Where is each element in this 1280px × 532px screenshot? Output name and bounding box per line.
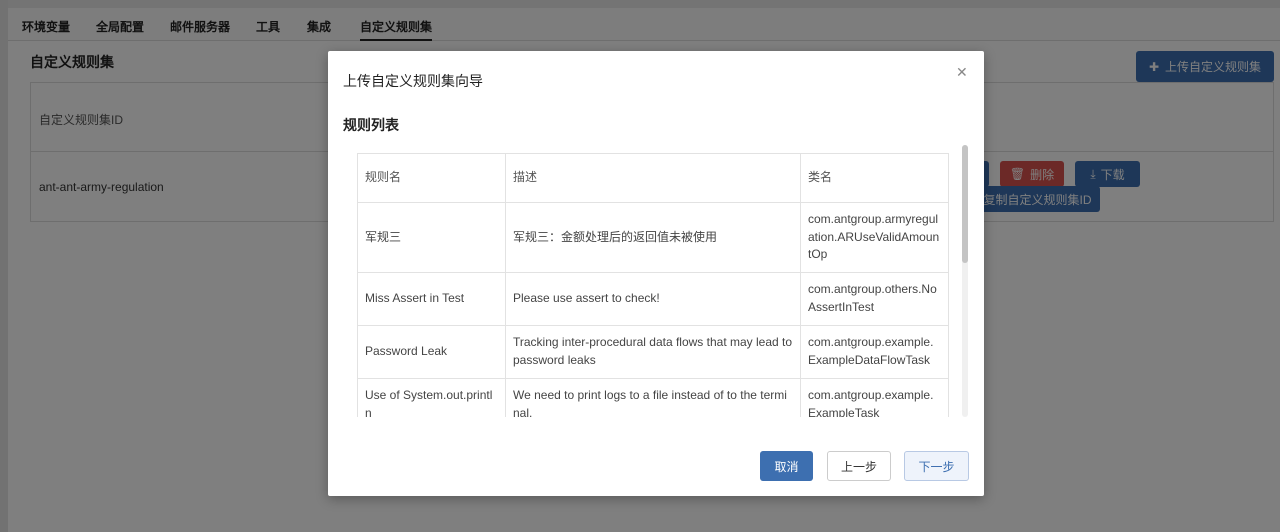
previous-step-button[interactable]: 上一步 [827, 451, 891, 481]
rule-name-cell: Miss Assert in Test [357, 271, 506, 326]
rule-desc-cell: Please use assert to check! [505, 271, 801, 326]
rule-list-table: 规则名 描述 类名 军规三 军规三：金额处理后的返回值未被使用 com.antg… [357, 153, 949, 417]
upload-wizard-modal: 上传自定义规则集向导 ✕ 规则列表 规则名 描述 类名 军规三 军规三：金额处理… [328, 51, 984, 496]
rule-class-cell: com.antgroup.example.ExampleDataFlowTask [800, 324, 949, 379]
close-icon[interactable]: ✕ [956, 64, 968, 81]
rule-desc-cell: Tracking inter-procedural data flows tha… [505, 324, 801, 379]
rule-class-cell: com.antgroup.example.ExampleTask [800, 377, 949, 417]
cancel-button[interactable]: 取消 [760, 451, 813, 481]
rule-list-scroll[interactable]: 规则名 描述 类名 军规三 军规三：金额处理后的返回值未被使用 com.antg… [357, 153, 967, 417]
col-description: 描述 [505, 153, 801, 203]
rule-name-cell: 军规三 [357, 202, 506, 273]
col-class-name: 类名 [800, 153, 949, 203]
table-row: Miss Assert in Test Please use assert to… [357, 271, 949, 326]
col-rule-name: 规则名 [357, 153, 506, 203]
rule-name-cell: Password Leak [357, 324, 506, 379]
modal-title: 上传自定义规则集向导 [343, 73, 483, 89]
rule-name-cell: Use of System.out.println [357, 377, 506, 417]
table-header-row: 规则名 描述 类名 [357, 153, 949, 203]
table-row: Password Leak Tracking inter-procedural … [357, 324, 949, 379]
table-row: 军规三 军规三：金额处理后的返回值未被使用 com.antgroup.armyr… [357, 202, 949, 273]
rule-class-cell: com.antgroup.others.NoAssertInTest [800, 271, 949, 326]
table-row: Use of System.out.println We need to pri… [357, 377, 949, 417]
rule-desc-cell: 军规三：金额处理后的返回值未被使用 [505, 202, 801, 273]
next-step-button[interactable]: 下一步 [904, 451, 969, 481]
rule-class-cell: com.antgroup.armyregulation.ARUseValidAm… [800, 202, 949, 273]
scrollbar-thumb[interactable] [962, 145, 968, 263]
rule-desc-cell: We need to print logs to a file instead … [505, 377, 801, 417]
rule-list-title: 规则列表 [343, 117, 399, 133]
